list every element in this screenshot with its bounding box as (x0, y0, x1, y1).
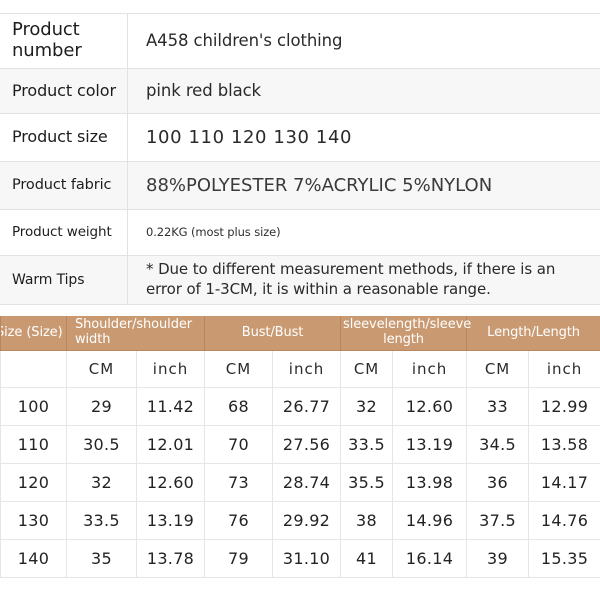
cell-sleeve-inch: 13.98 (393, 464, 467, 502)
cell-shoulder-cm: 32 (67, 464, 137, 502)
size-chart-unit-header-row: CM inch CM inch CM inch CM inch (1, 351, 600, 388)
spec-row-product-color: Product color pink red black (0, 69, 600, 114)
cell-bust-cm: 73 (205, 464, 273, 502)
size-chart-header-size: Size (Size) (1, 316, 67, 351)
cell-bust-inch: 28.74 (273, 464, 341, 502)
unit-cell-blank (1, 351, 67, 388)
spec-label-product-color: Product color (0, 69, 128, 114)
cell-bust-inch: 29.92 (273, 502, 341, 540)
spec-value-warm-tips: * Due to different measurement methods, … (128, 256, 600, 305)
cell-length-cm: 34.5 (467, 426, 529, 464)
table-row: 120 32 12.60 73 28.74 35.5 13.98 36 14.1… (1, 464, 600, 502)
product-spec-table: Product number A458 children's clothing … (0, 13, 600, 305)
cell-length-inch: 14.17 (529, 464, 600, 502)
unit-cell-sleeve-inch: inch (393, 351, 467, 388)
cell-shoulder-inch: 13.78 (137, 540, 205, 578)
cell-bust-inch: 27.56 (273, 426, 341, 464)
unit-cell-length-inch: inch (529, 351, 600, 388)
unit-cell-bust-cm: CM (205, 351, 273, 388)
spec-label-warm-tips: Warm Tips (0, 256, 128, 305)
table-row: 110 30.5 12.01 70 27.56 33.5 13.19 34.5 … (1, 426, 600, 464)
cell-shoulder-cm: 30.5 (67, 426, 137, 464)
spec-value-product-color: pink red black (128, 69, 600, 114)
table-row: 100 29 11.42 68 26.77 32 12.60 33 12.99 (1, 388, 600, 426)
spec-label-product-number: Product number (0, 14, 128, 69)
cell-shoulder-cm: 35 (67, 540, 137, 578)
cell-length-cm: 37.5 (467, 502, 529, 540)
cell-size: 130 (1, 502, 67, 540)
spec-row-product-number: Product number A458 children's clothing (0, 14, 600, 69)
unit-cell-sleeve-cm: CM (341, 351, 393, 388)
cell-sleeve-inch: 14.96 (393, 502, 467, 540)
cell-shoulder-inch: 12.01 (137, 426, 205, 464)
cell-sleeve-inch: 12.60 (393, 388, 467, 426)
size-measurement-chart: Size (Size) Shoulder/shoulder width Bust… (0, 316, 600, 578)
size-chart-header-bust: Bust/Bust (205, 316, 341, 351)
table-row: 130 33.5 13.19 76 29.92 38 14.96 37.5 14… (1, 502, 600, 540)
cell-sleeve-cm: 35.5 (341, 464, 393, 502)
spec-value-product-fabric: 88%POLYESTER 7%ACRYLIC 5%NYLON (128, 162, 600, 210)
spec-row-product-weight: Product weight 0.22KG (most plus size) (0, 210, 600, 256)
cell-length-cm: 33 (467, 388, 529, 426)
cell-length-inch: 14.76 (529, 502, 600, 540)
cell-length-cm: 39 (467, 540, 529, 578)
cell-sleeve-cm: 33.5 (341, 426, 393, 464)
spec-row-product-fabric: Product fabric 88%POLYESTER 7%ACRYLIC 5%… (0, 162, 600, 210)
cell-bust-cm: 76 (205, 502, 273, 540)
size-chart-header-length: Length/Length (467, 316, 600, 351)
cell-bust-inch: 31.10 (273, 540, 341, 578)
spec-value-product-size: 100 110 120 130 140 (128, 114, 600, 162)
unit-cell-shoulder-cm: CM (67, 351, 137, 388)
size-chart-header-size-label: Size (Size) (1, 326, 63, 341)
cell-size: 140 (1, 540, 67, 578)
spec-label-product-weight: Product weight (0, 210, 128, 256)
cell-bust-cm: 70 (205, 426, 273, 464)
cell-shoulder-cm: 33.5 (67, 502, 137, 540)
cell-shoulder-inch: 13.19 (137, 502, 205, 540)
cell-sleeve-cm: 32 (341, 388, 393, 426)
cell-length-cm: 36 (467, 464, 529, 502)
cell-length-inch: 15.35 (529, 540, 600, 578)
cell-length-inch: 12.99 (529, 388, 600, 426)
size-chart-group-header-row: Size (Size) Shoulder/shoulder width Bust… (1, 316, 600, 351)
cell-bust-cm: 79 (205, 540, 273, 578)
size-chart-header-sleeve: sleevelength/sleeve length (341, 316, 467, 351)
spec-value-product-weight: 0.22KG (most plus size) (128, 210, 600, 256)
spec-row-warm-tips: Warm Tips * Due to different measurement… (0, 256, 600, 305)
cell-bust-inch: 26.77 (273, 388, 341, 426)
cell-bust-cm: 68 (205, 388, 273, 426)
cell-shoulder-inch: 11.42 (137, 388, 205, 426)
cell-shoulder-cm: 29 (67, 388, 137, 426)
spec-label-product-fabric: Product fabric (0, 162, 128, 210)
cell-length-inch: 13.58 (529, 426, 600, 464)
cell-sleeve-cm: 38 (341, 502, 393, 540)
cell-size: 120 (1, 464, 67, 502)
product-spec-page: Product number A458 children's clothing … (0, 0, 600, 600)
spec-label-product-size: Product size (0, 114, 128, 162)
spec-row-product-size: Product size 100 110 120 130 140 (0, 114, 600, 162)
cell-shoulder-inch: 12.60 (137, 464, 205, 502)
size-chart-header-shoulder: Shoulder/shoulder width (67, 316, 205, 351)
cell-sleeve-inch: 16.14 (393, 540, 467, 578)
cell-size: 110 (1, 426, 67, 464)
unit-cell-bust-inch: inch (273, 351, 341, 388)
unit-cell-length-cm: CM (467, 351, 529, 388)
cell-sleeve-inch: 13.19 (393, 426, 467, 464)
table-row: 140 35 13.78 79 31.10 41 16.14 39 15.35 (1, 540, 600, 578)
spec-value-product-number: A458 children's clothing (128, 14, 600, 69)
cell-sleeve-cm: 41 (341, 540, 393, 578)
unit-cell-shoulder-inch: inch (137, 351, 205, 388)
cell-size: 100 (1, 388, 67, 426)
